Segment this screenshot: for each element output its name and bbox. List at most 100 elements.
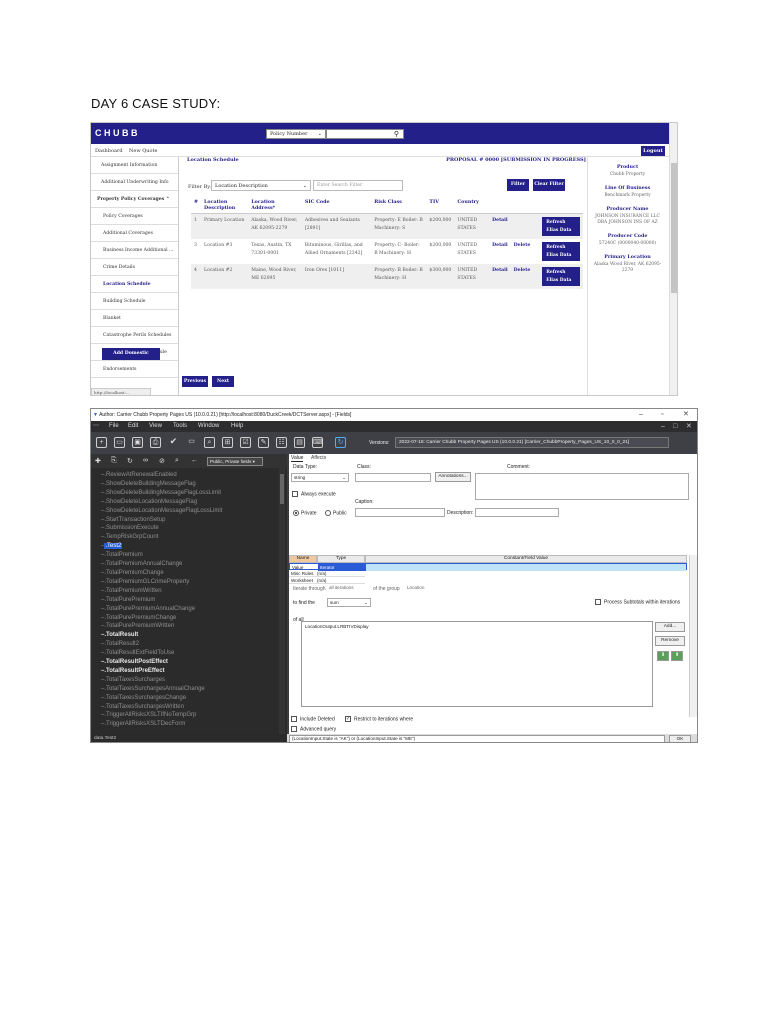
sidebar-item-assignment-information[interactable]: Assignment Information bbox=[91, 157, 178, 174]
sidebar-item-location-schedule[interactable]: Location Schedule bbox=[91, 276, 178, 293]
tree-item[interactable]: –.TotalPremiumGLCrimeProperty bbox=[101, 578, 281, 587]
description-input[interactable] bbox=[475, 508, 559, 517]
move-up-icon[interactable]: ⬆ bbox=[671, 651, 683, 661]
minimize-icon[interactable]: – bbox=[639, 409, 643, 421]
sidebar-item-policy-coverages[interactable]: Policy Coverages bbox=[91, 208, 178, 225]
process-subtotals-checkbox[interactable]: Process Subtotals within iterations bbox=[595, 599, 680, 605]
link-icon[interactable]: ∞ bbox=[143, 457, 148, 464]
sidebar-item-blanket[interactable]: Blanket bbox=[91, 310, 178, 327]
search-icon[interactable]: ⌕ bbox=[175, 457, 179, 465]
private-radio[interactable]: Private bbox=[293, 510, 317, 516]
refresh-data-button[interactable]: Refresh Elias Data bbox=[542, 242, 580, 261]
tree-item[interactable]: –.TotalResult bbox=[101, 631, 281, 640]
tree-item[interactable]: –.TotalResultExtFieldToUse bbox=[101, 649, 281, 658]
move-down-icon[interactable]: ⬇ bbox=[657, 651, 669, 661]
minus-icon[interactable]: ▭ bbox=[186, 437, 197, 448]
annotations-button[interactable]: Annotations... bbox=[435, 472, 471, 482]
sidebar-section-property-policy-coverages[interactable]: Property Policy Coverages ⌃ bbox=[91, 191, 178, 208]
policy-number-select[interactable]: Policy Number ⌄ bbox=[266, 129, 326, 139]
grid-row-worksheet[interactable]: Worksheet (n/a) bbox=[289, 577, 365, 584]
field-list-box[interactable]: LocationOutput.LRBTIVDisplay bbox=[301, 621, 653, 707]
menu-help[interactable]: Help bbox=[231, 421, 243, 432]
advanced-query-checkbox[interactable]: Advanced query bbox=[291, 726, 336, 732]
tree-item[interactable]: –.ReviewAtRenewalEnabled bbox=[101, 471, 281, 480]
tree-item[interactable]: –.TempRiskGrpCount bbox=[101, 533, 281, 542]
grid-row-misc-rules[interactable]: Misc Rules (n/a) bbox=[289, 570, 365, 577]
logout-button[interactable]: Logout bbox=[641, 146, 665, 156]
remove-button[interactable]: Remove bbox=[655, 636, 685, 646]
menu-tools[interactable]: Tools bbox=[173, 421, 187, 432]
sidebar-item-building-schedule[interactable]: Building Schedule bbox=[91, 293, 178, 310]
detail-link[interactable]: Detail bbox=[492, 243, 508, 248]
edit-page-icon[interactable]: ✎ bbox=[258, 437, 269, 448]
sidebar-item-additional-underwriting[interactable]: Additional Underwriting Info bbox=[91, 174, 178, 191]
versions-select[interactable]: 2022-07-18: Carrier Chubb Property Pages… bbox=[395, 437, 669, 448]
tree-item[interactable]: –.TotalResultPostEffect bbox=[101, 658, 281, 667]
nav-new-quote[interactable]: New Quote bbox=[129, 148, 158, 154]
new-icon[interactable]: + bbox=[96, 437, 107, 448]
find-icon[interactable]: ⌕ bbox=[204, 437, 215, 448]
public-radio[interactable]: Public bbox=[325, 510, 347, 516]
sidebar-item-additional-coverages[interactable]: Additional Coverages bbox=[91, 225, 178, 242]
tree-item[interactable]: –.ShowDeleteBuildingMessageFlag bbox=[101, 480, 281, 489]
close-icon[interactable]: ✕ bbox=[683, 409, 689, 421]
restriction-expression-input[interactable]: (LocationInput.State is "AK") or (Locati… bbox=[289, 735, 665, 742]
mdi-close-icon[interactable]: ✕ bbox=[686, 421, 692, 432]
include-deleted-checkbox[interactable]: Include Deleted bbox=[291, 716, 335, 722]
validate-icon[interactable]: ☑ bbox=[240, 437, 251, 448]
sidebar-item-business-income[interactable]: Business Income Additional ... bbox=[91, 242, 178, 259]
col-country[interactable]: Country bbox=[454, 197, 490, 214]
previous-button[interactable]: Previous bbox=[182, 376, 208, 387]
restrict-checkbox[interactable]: ✓ Restrict to iterations where bbox=[345, 716, 413, 722]
data-type-select[interactable]: string ⌄ bbox=[291, 473, 349, 482]
col-location-description[interactable]: Location Description bbox=[201, 197, 249, 214]
unlink-icon[interactable]: ⊘ bbox=[159, 457, 165, 465]
scrollbar-thumb[interactable] bbox=[280, 474, 284, 504]
mdi-minimize-icon[interactable]: – bbox=[661, 421, 665, 432]
tree-item[interactable]: –.TotalTaxesSurcharges bbox=[101, 676, 281, 685]
tree-item[interactable]: –.TriggerAllRisksXSLTIfNoTempGrp bbox=[101, 711, 281, 720]
refresh-data-button[interactable]: Refresh Elias Data bbox=[542, 217, 580, 236]
back-arrow-icon[interactable]: ← bbox=[191, 457, 198, 464]
tree-item[interactable]: –.TotalPurePremiumAnnualChange bbox=[101, 605, 281, 614]
nav-dashboard[interactable]: Dashboard bbox=[95, 148, 123, 154]
detail-link[interactable]: Detail bbox=[492, 218, 508, 223]
col-sic-code[interactable]: SIC Code bbox=[301, 197, 372, 214]
tree-item[interactable]: –.TriggerAllRisksXSLTDecForm bbox=[101, 720, 281, 729]
tree-item[interactable]: –.TotalPurePremiumWritten bbox=[101, 622, 281, 631]
caption-input[interactable] bbox=[355, 508, 445, 517]
refresh-icon[interactable]: ↻ bbox=[127, 457, 133, 465]
tree-item[interactable]: –.TotalResult2 bbox=[101, 640, 281, 649]
search-filter-input[interactable]: Enter Search Filter bbox=[313, 180, 403, 191]
tab-affects[interactable]: Affects bbox=[311, 455, 326, 461]
panel-scrollbar[interactable] bbox=[689, 555, 697, 717]
menu-window[interactable]: Window bbox=[198, 421, 219, 432]
tree-item[interactable]: –.ShowDeleteLocationMessageFlagLossLimit bbox=[101, 507, 281, 516]
menu-view[interactable]: View bbox=[149, 421, 162, 432]
add-field-icon[interactable]: ✚ bbox=[95, 457, 101, 465]
next-button[interactable]: Next bbox=[212, 376, 234, 387]
sidebar-item-crime-details[interactable]: Crime Details bbox=[91, 259, 178, 276]
class-input[interactable] bbox=[355, 473, 431, 482]
filter-by-select[interactable]: Location Description ⌄ bbox=[211, 180, 311, 191]
delete-link[interactable]: Delete bbox=[514, 243, 531, 248]
filter-button[interactable]: Filter bbox=[507, 179, 529, 191]
tree-item[interactable]: –.TotalResultPreEffect bbox=[101, 667, 281, 676]
tree-item-selected[interactable]: –.Test2 bbox=[101, 542, 281, 551]
menu-edit[interactable]: Edit bbox=[128, 421, 138, 432]
grid-icon[interactable]: ⊞ bbox=[222, 437, 233, 448]
search-icon[interactable]: ⚲ bbox=[394, 130, 399, 138]
tree-scrollbar[interactable] bbox=[279, 468, 285, 734]
tree-item[interactable]: –.StartTransactionSetup bbox=[101, 516, 281, 525]
vertical-scrollbar[interactable] bbox=[669, 123, 677, 395]
tree-item[interactable]: –.TotalPremiumWritten bbox=[101, 587, 281, 596]
refresh-data-button[interactable]: Refresh Elias Data bbox=[542, 267, 580, 286]
check-icon[interactable]: ✔ bbox=[168, 437, 179, 448]
policy-search-input[interactable]: ⚲ bbox=[326, 129, 404, 139]
open-folder-icon[interactable]: ▭ bbox=[114, 437, 125, 448]
tree-item[interactable]: –.TotalPurePremium bbox=[101, 596, 281, 605]
tab-value[interactable]: Value bbox=[291, 455, 304, 462]
grid-row-value[interactable]: Value Iterator bbox=[289, 563, 687, 571]
mdi-restore-icon[interactable]: □ bbox=[673, 421, 677, 432]
tree-item[interactable]: –.TotalTaxesSurchargesChange bbox=[101, 694, 281, 703]
